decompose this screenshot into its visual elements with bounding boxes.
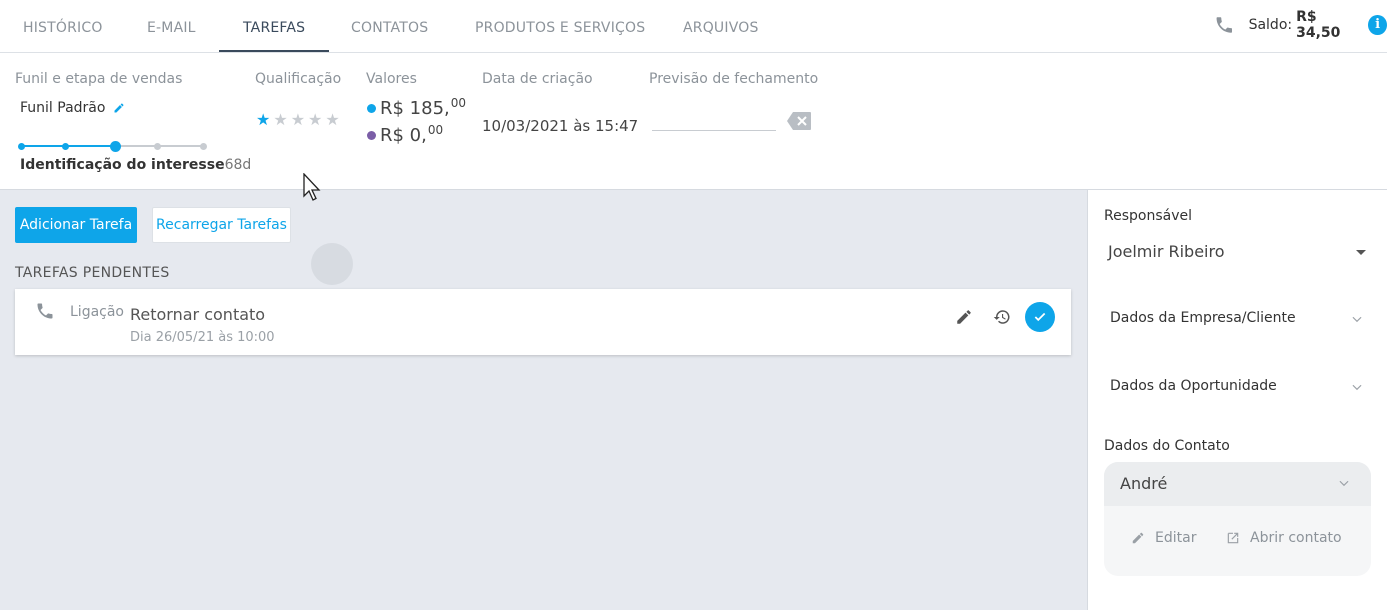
tab-arquivos[interactable]: ARQUIVOS — [683, 0, 759, 52]
tab-tarefas[interactable]: TAREFAS — [219, 0, 330, 52]
star-icon-3[interactable]: ★ — [291, 112, 305, 128]
task-row[interactable]: Ligação Retornar contato Dia 26/05/21 às… — [15, 289, 1071, 355]
tab-historico[interactable]: HISTÓRICO — [23, 0, 103, 52]
qualification-label: Qualificação — [255, 71, 342, 87]
open-contact-button[interactable]: Abrir contato — [1226, 530, 1342, 546]
stage-dot-1[interactable] — [18, 142, 25, 150]
value-row-2: R$ 0, 00 — [367, 122, 444, 146]
add-task-button[interactable]: Adicionar Tarefa — [15, 207, 137, 243]
owner-select[interactable]: Joelmir Ribeiro — [1108, 242, 1366, 266]
funnel-name-text: Funil Padrão — [20, 100, 106, 116]
company-section-toggle[interactable]: Dados da Empresa/Cliente — [1110, 310, 1364, 332]
tab-email[interactable]: E-MAIL — [147, 0, 196, 52]
created-value: 10/03/2021 às 15:47 — [482, 117, 639, 135]
funnel-name: Funil Padrão — [20, 100, 125, 116]
balance-label: Saldo: — [1248, 17, 1293, 33]
value-1-dot — [367, 104, 376, 113]
star-icon-1[interactable]: ★ — [256, 112, 270, 128]
balance-value: R$ 34,50 — [1296, 9, 1341, 41]
qualification-rating: ★ ★ ★ ★ ★ — [256, 112, 340, 128]
star-icon-4[interactable]: ★ — [308, 112, 322, 128]
stage-name: Identificação do interesse — [20, 157, 225, 173]
task-title: Retornar contato — [130, 305, 266, 324]
stage-dot-2[interactable] — [62, 142, 69, 150]
reload-tasks-button[interactable]: Recarregar Tarefas — [152, 207, 291, 243]
pending-tasks-title: TAREFAS PENDENTES — [15, 265, 170, 281]
reschedule-history-icon[interactable] — [993, 308, 1011, 326]
stage-dot-5[interactable] — [200, 142, 207, 150]
stage-days: 68d — [224, 157, 252, 173]
value-1-main: R$ 185, — [380, 98, 450, 119]
balance-area: Saldo: R$ 34,50 i — [1214, 9, 1387, 41]
click-ripple — [311, 243, 353, 285]
edit-contact-label: Editar — [1155, 530, 1197, 546]
chevron-down-icon — [1352, 316, 1362, 323]
contact-card: André Editar Abrir contato — [1104, 462, 1371, 576]
opportunity-section-toggle[interactable]: Dados da Oportunidade — [1110, 378, 1364, 400]
value-row-1: R$ 185, 00 — [367, 95, 467, 119]
current-stage: Identificação do interesse68d — [20, 157, 251, 173]
owner-value: Joelmir Ribeiro — [1108, 242, 1225, 261]
chevron-down-icon — [1339, 480, 1349, 487]
company-section-label: Dados da Empresa/Cliente — [1110, 310, 1296, 326]
created-label: Data de criação — [482, 71, 593, 87]
edit-task-pencil-icon[interactable] — [955, 308, 973, 326]
check-icon — [1034, 312, 1046, 322]
close-forecast-input[interactable] — [652, 113, 776, 131]
caret-down-icon — [1356, 250, 1366, 255]
close-forecast-label: Previsão de fechamento — [649, 71, 819, 87]
phone-icon — [37, 303, 53, 319]
star-icon-2[interactable]: ★ — [273, 112, 287, 128]
task-date: Dia 26/05/21 às 10:00 — [130, 330, 275, 345]
values-label: Valores — [366, 71, 417, 87]
stage-dot-4[interactable] — [154, 142, 161, 150]
tab-contatos[interactable]: CONTATOS — [351, 0, 428, 52]
info-icon[interactable]: i — [1368, 15, 1387, 35]
value-2-cents: 00 — [427, 122, 444, 137]
tab-produtos-servicos[interactable]: PRODUTOS E SERVIÇOS — [475, 0, 645, 52]
stage-dot-current[interactable] — [110, 140, 121, 152]
open-external-icon — [1227, 532, 1239, 544]
complete-task-button[interactable] — [1025, 302, 1055, 332]
opportunity-section-label: Dados da Oportunidade — [1110, 378, 1277, 394]
contact-name: André — [1120, 474, 1168, 493]
clear-backspace-icon[interactable] — [787, 112, 811, 130]
right-side-panel: Responsável Joelmir Ribeiro Dados da Emp… — [1087, 190, 1387, 610]
contact-header[interactable]: André — [1104, 462, 1371, 506]
pencil-icon — [1132, 532, 1144, 544]
top-tab-bar: HISTÓRICO E-MAIL TAREFAS CONTATOS PRODUT… — [0, 0, 1387, 53]
value-2-dot — [367, 131, 376, 140]
chevron-down-icon — [1352, 384, 1362, 391]
contact-data-label: Dados do Contato — [1104, 438, 1230, 454]
task-type: Ligação — [70, 304, 124, 320]
funnel-label: Funil e etapa de vendas — [15, 71, 183, 87]
value-2-main: R$ 0, — [380, 125, 427, 146]
owner-label: Responsável — [1104, 208, 1192, 224]
edit-funnel-pencil-icon[interactable] — [113, 102, 125, 114]
mouse-cursor-icon — [303, 173, 321, 201]
open-contact-label: Abrir contato — [1250, 530, 1342, 546]
value-1-cents: 00 — [450, 95, 467, 110]
deal-info-band: Funil e etapa de vendas Funil Padrão Ide… — [0, 53, 1387, 190]
phone-icon[interactable] — [1214, 14, 1235, 36]
funnel-stage-progress — [18, 140, 207, 152]
edit-contact-button[interactable]: Editar — [1131, 530, 1196, 546]
star-icon-5[interactable]: ★ — [325, 112, 339, 128]
